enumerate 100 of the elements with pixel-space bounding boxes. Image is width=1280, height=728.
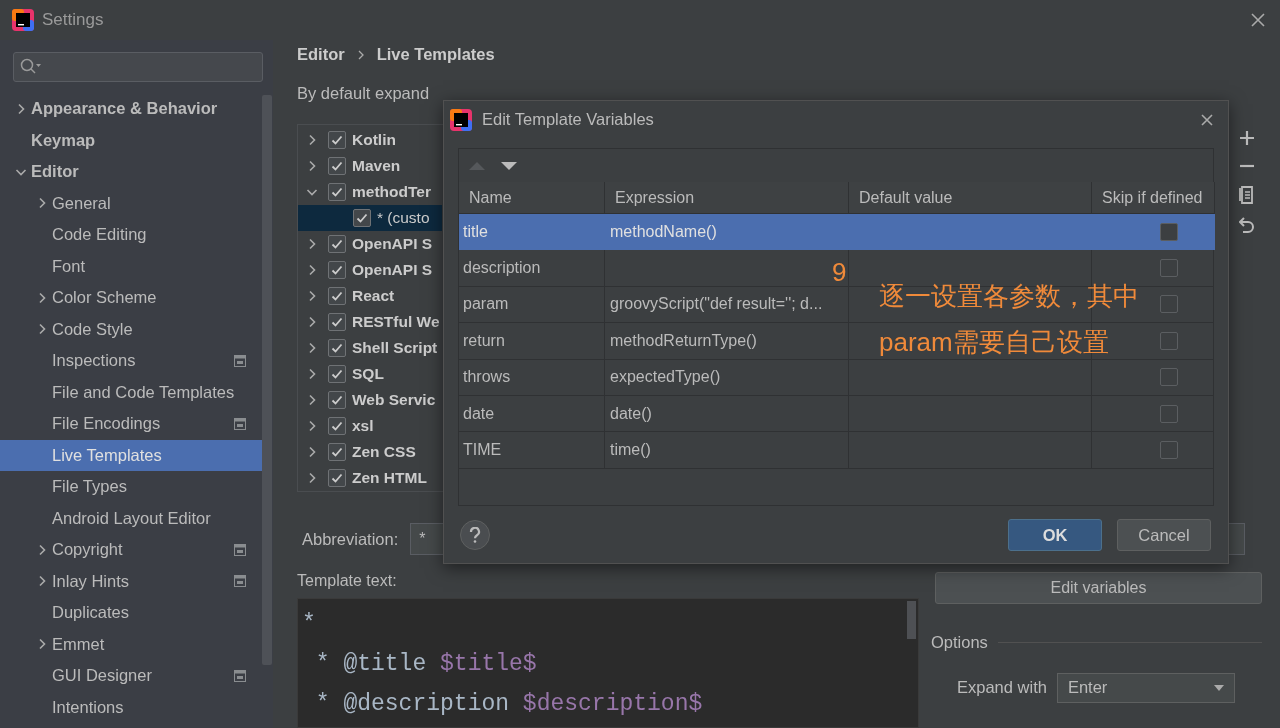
sidebar-item[interactable]: Appearance & Behavior — [0, 93, 262, 125]
sidebar-item[interactable]: Duplicates — [0, 597, 262, 629]
checkbox[interactable] — [328, 417, 346, 435]
checkbox[interactable] — [328, 313, 346, 331]
sidebar-item[interactable]: Code Style — [0, 313, 262, 345]
checkbox[interactable] — [328, 183, 346, 201]
breadcrumb-item[interactable]: Editor — [297, 42, 345, 67]
sidebar-item[interactable]: Color Scheme — [0, 282, 262, 314]
sidebar-item[interactable]: Inspections — [0, 345, 262, 377]
checkbox[interactable] — [328, 157, 346, 175]
table-cell[interactable]: date() — [605, 395, 849, 433]
sidebar-item[interactable]: Intentions — [0, 691, 262, 723]
table-cell[interactable]: date — [459, 395, 605, 433]
tree-row[interactable]: Maven — [298, 153, 442, 179]
sidebar-item[interactable]: File Encodings — [0, 408, 262, 440]
table-cell[interactable]: groovyScript("def result=''; d... — [605, 286, 849, 324]
checkbox[interactable] — [328, 391, 346, 409]
search-icon — [20, 58, 42, 76]
table-cell[interactable]: expectedType() — [605, 359, 849, 396]
column-header[interactable]: Name — [459, 182, 605, 214]
code-line: * @title $title$ — [314, 650, 538, 679]
checkbox[interactable] — [328, 287, 346, 305]
tree-row[interactable]: SQL — [298, 361, 442, 387]
breadcrumb-separator-icon — [356, 49, 365, 60]
checkbox[interactable] — [328, 339, 346, 357]
sidebar-item[interactable]: General — [0, 187, 262, 219]
tree-row[interactable]: RESTful We — [298, 309, 442, 335]
sidebar-item[interactable]: Code Editing — [0, 219, 262, 251]
sidebar-item[interactable]: Emmet — [0, 628, 262, 660]
cancel-button[interactable]: Cancel — [1117, 519, 1211, 551]
checkbox[interactable] — [1159, 404, 1178, 423]
search-field[interactable] — [13, 52, 263, 82]
table-cell[interactable]: throws — [459, 359, 605, 396]
table-cell[interactable]: methodReturnType() — [605, 323, 849, 360]
table-cell[interactable]: time() — [605, 432, 849, 469]
plus-icon[interactable] — [1239, 130, 1255, 146]
checkbox[interactable] — [328, 235, 346, 253]
question-mark-icon — [469, 527, 481, 543]
tree-row[interactable]: Zen CSS — [298, 439, 442, 465]
sidebar-item[interactable]: Keymap — [0, 124, 262, 156]
code-line: * — [302, 610, 317, 639]
checkbox[interactable] — [1159, 441, 1178, 460]
tree-row[interactable]: methodTer — [298, 179, 442, 205]
project-scope-icon — [234, 417, 246, 430]
sidebar-item[interactable]: File Types — [0, 471, 262, 503]
table-cell[interactable]: title — [459, 214, 605, 251]
sidebar-item[interactable]: Live Templates — [0, 439, 262, 471]
checkbox[interactable] — [1159, 295, 1178, 314]
sidebar-item[interactable]: Inlay Hints — [0, 565, 262, 597]
scrollbar[interactable] — [262, 95, 272, 665]
scrollbar[interactable] — [907, 601, 916, 639]
checkbox[interactable] — [328, 443, 346, 461]
sidebar-item[interactable]: Editor — [0, 156, 262, 188]
table-cell[interactable]: TIME — [459, 432, 605, 469]
tree-row[interactable]: Shell Script — [298, 335, 442, 361]
tree-row[interactable]: Web Servic — [298, 387, 442, 413]
checkbox[interactable] — [1159, 368, 1178, 387]
dropdown-arrow-icon — [1213, 684, 1224, 691]
checkbox[interactable] — [328, 365, 346, 383]
column-header[interactable]: Skip if defined — [1092, 182, 1215, 214]
checkmark-icon — [331, 446, 343, 458]
column-header[interactable]: Default value — [849, 182, 1092, 214]
window-title: Settings — [42, 9, 104, 32]
checkbox[interactable] — [1159, 259, 1178, 278]
undo-icon[interactable] — [1239, 216, 1255, 234]
tree-row[interactable]: OpenAPI S — [298, 257, 442, 283]
table-cell[interactable]: methodName() — [605, 214, 849, 251]
column-header[interactable]: Expression — [605, 182, 849, 214]
ok-button[interactable]: OK — [1008, 519, 1102, 551]
checkmark-icon — [331, 316, 343, 328]
table-cell[interactable]: param — [459, 286, 605, 324]
sidebar-item[interactable]: GUI Designer — [0, 660, 262, 692]
checkbox[interactable] — [328, 131, 346, 149]
tree-row[interactable]: OpenAPI S — [298, 231, 442, 257]
tree-row[interactable]: Zen HTML — [298, 465, 442, 491]
table-cell[interactable]: description — [459, 250, 605, 287]
help-button[interactable] — [460, 520, 490, 550]
move-down-button[interactable] — [501, 160, 517, 171]
app-logo-icon — [12, 9, 34, 31]
expand-with-label: Expand with — [957, 677, 1047, 699]
sidebar-item[interactable]: Copyright — [0, 534, 262, 566]
tree-row[interactable]: * (custo — [298, 205, 442, 231]
checkbox[interactable] — [1159, 222, 1178, 241]
sidebar-item[interactable]: Font — [0, 250, 262, 282]
edit-variables-button[interactable]: Edit variables — [935, 572, 1262, 604]
tree-row[interactable]: Kotlin — [298, 127, 442, 153]
table-cell[interactable]: return — [459, 323, 605, 360]
code-line: * @description $description$ — [314, 690, 704, 719]
checkbox[interactable] — [1159, 331, 1178, 350]
tree-row[interactable]: React — [298, 283, 442, 309]
copy-icon[interactable] — [1239, 186, 1255, 204]
sidebar-item[interactable]: Android Layout Editor — [0, 502, 262, 534]
expand-with-dropdown[interactable]: Enter — [1056, 672, 1235, 703]
checkbox[interactable] — [328, 261, 346, 279]
sidebar-item[interactable]: File and Code Templates — [0, 376, 262, 408]
checkbox[interactable] — [353, 209, 371, 227]
breadcrumb-item[interactable]: Live Templates — [376, 42, 495, 67]
tree-row[interactable]: xsl — [298, 413, 442, 439]
checkbox[interactable] — [328, 469, 346, 487]
code-editor[interactable]: * * @title $title$ * @description $description$ — [297, 598, 919, 728]
